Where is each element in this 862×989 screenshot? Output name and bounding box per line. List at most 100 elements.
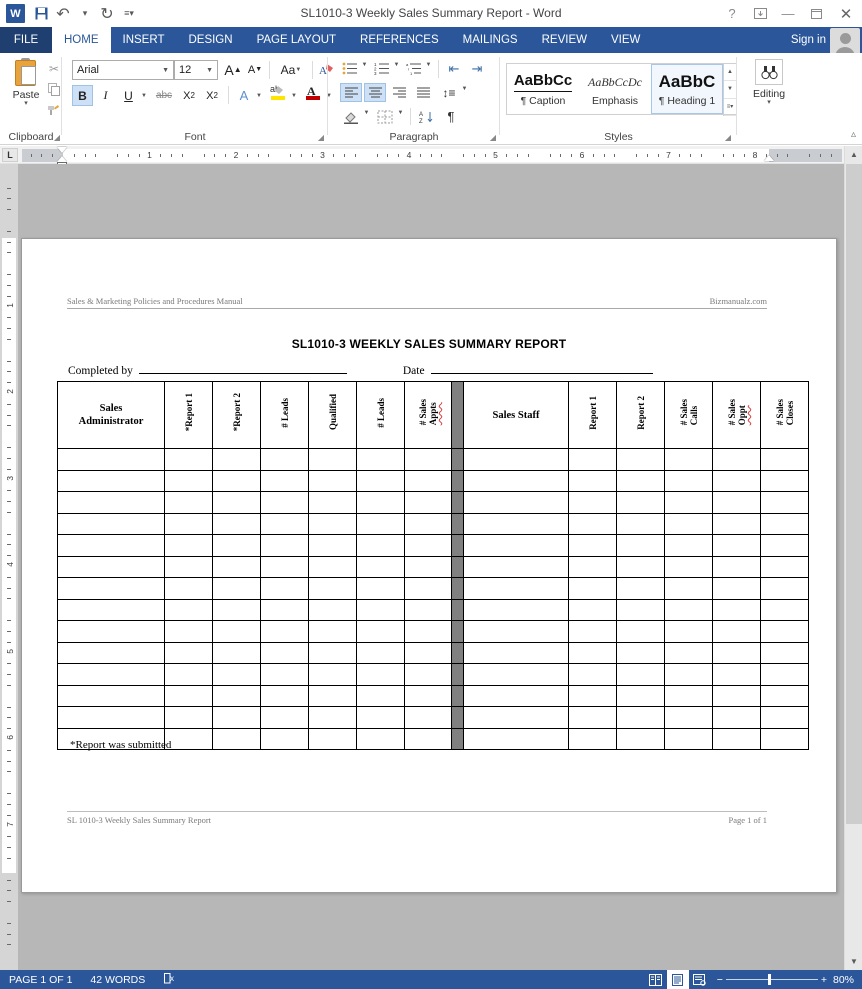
table-cell[interactable] bbox=[616, 512, 665, 535]
table-cell[interactable] bbox=[463, 663, 569, 686]
shrink-font-icon[interactable]: A ▼ bbox=[244, 59, 266, 80]
table-cell[interactable] bbox=[712, 620, 761, 643]
table-cell[interactable] bbox=[260, 663, 309, 686]
table-cell[interactable] bbox=[57, 684, 165, 707]
table-cell[interactable] bbox=[308, 684, 357, 707]
table-cell[interactable] bbox=[212, 641, 261, 664]
table-cell[interactable] bbox=[616, 641, 665, 664]
editing-button[interactable]: Editing ▾ bbox=[753, 59, 785, 106]
table-cell[interactable] bbox=[404, 684, 452, 707]
table-cell[interactable] bbox=[404, 706, 452, 729]
table-cell[interactable] bbox=[568, 641, 617, 664]
table-cell[interactable] bbox=[463, 620, 569, 643]
table-cell[interactable] bbox=[57, 448, 165, 471]
table-cell[interactable] bbox=[164, 491, 213, 514]
table-cell[interactable] bbox=[164, 555, 213, 578]
table-cell[interactable] bbox=[57, 555, 165, 578]
table-cell[interactable] bbox=[463, 534, 569, 557]
numbering-icon[interactable]: 123 bbox=[372, 59, 392, 78]
collapse-ribbon-icon[interactable]: ▵ bbox=[851, 129, 856, 140]
customize-qat-icon[interactable]: ≡▾ bbox=[118, 3, 140, 25]
table-cell[interactable] bbox=[712, 491, 761, 514]
table-cell[interactable] bbox=[404, 620, 452, 643]
table-cell[interactable] bbox=[664, 577, 713, 600]
paste-dropdown-icon[interactable]: ▾ bbox=[24, 100, 28, 107]
document-canvas[interactable]: Sales & Marketing Policies and Procedure… bbox=[18, 164, 844, 970]
table-cell[interactable] bbox=[712, 469, 761, 492]
help-icon[interactable]: ? bbox=[718, 0, 746, 27]
table-cell[interactable] bbox=[356, 577, 405, 600]
table-row[interactable] bbox=[57, 577, 809, 600]
underline-button[interactable]: U bbox=[118, 85, 139, 106]
table-cell[interactable] bbox=[260, 491, 309, 514]
table-cell[interactable] bbox=[568, 512, 617, 535]
table-row[interactable] bbox=[57, 534, 809, 557]
styles-more-icon[interactable]: ≡▾ bbox=[724, 99, 736, 116]
table-cell[interactable] bbox=[308, 555, 357, 578]
table-cell[interactable] bbox=[664, 684, 713, 707]
table-cell[interactable] bbox=[664, 534, 713, 557]
editing-chevron-down-icon[interactable]: ▾ bbox=[767, 99, 771, 106]
proofing-errors-icon[interactable]: x bbox=[154, 972, 185, 988]
table-cell[interactable] bbox=[308, 469, 357, 492]
table-row[interactable] bbox=[57, 620, 809, 643]
table-cell[interactable] bbox=[164, 684, 213, 707]
bullets-chevron-down-icon[interactable]: ▼ bbox=[359, 62, 370, 68]
ribbon-display-options-icon[interactable] bbox=[746, 0, 774, 27]
table-cell[interactable] bbox=[260, 641, 309, 664]
table-cell[interactable] bbox=[616, 555, 665, 578]
table-cell[interactable] bbox=[308, 512, 357, 535]
zoom-slider[interactable] bbox=[725, 974, 818, 986]
table-cell[interactable] bbox=[712, 663, 761, 686]
table-cell[interactable] bbox=[404, 577, 452, 600]
style-caption[interactable]: AaBbCc ¶ Caption bbox=[507, 64, 579, 114]
table-cell[interactable] bbox=[760, 555, 809, 578]
table-cell[interactable] bbox=[57, 620, 165, 643]
table-cell[interactable] bbox=[57, 598, 165, 621]
table-cell[interactable] bbox=[164, 641, 213, 664]
table-cell[interactable] bbox=[57, 512, 165, 535]
highlight-chevron-down-icon[interactable]: ▼ bbox=[288, 85, 300, 106]
date-field[interactable] bbox=[430, 362, 653, 374]
table-cell[interactable] bbox=[212, 727, 261, 750]
table-cell[interactable] bbox=[212, 448, 261, 471]
show-formatting-marks-icon[interactable]: ¶ bbox=[440, 107, 462, 126]
view-read-mode-icon[interactable] bbox=[645, 970, 667, 989]
table-cell[interactable] bbox=[308, 663, 357, 686]
table-cell[interactable] bbox=[568, 727, 617, 750]
table-cell[interactable] bbox=[463, 512, 569, 535]
table-cell[interactable] bbox=[616, 491, 665, 514]
table-cell[interactable] bbox=[356, 469, 405, 492]
table-row[interactable] bbox=[57, 598, 809, 621]
table-cell[interactable] bbox=[712, 534, 761, 557]
table-cell[interactable] bbox=[260, 512, 309, 535]
table-cell[interactable] bbox=[463, 641, 569, 664]
table-cell[interactable] bbox=[212, 577, 261, 600]
table-cell[interactable] bbox=[616, 534, 665, 557]
table-cell[interactable] bbox=[463, 684, 569, 707]
table-body[interactable] bbox=[57, 448, 809, 750]
table-cell[interactable] bbox=[308, 727, 357, 750]
table-row[interactable] bbox=[57, 641, 809, 664]
sign-in-link[interactable]: Sign in bbox=[791, 27, 826, 53]
scroll-up-icon[interactable]: ▲ bbox=[845, 146, 862, 163]
table-cell[interactable] bbox=[404, 727, 452, 750]
table-cell[interactable] bbox=[760, 641, 809, 664]
table-cell[interactable] bbox=[568, 577, 617, 600]
table-cell[interactable] bbox=[664, 641, 713, 664]
table-cell[interactable] bbox=[164, 598, 213, 621]
table-cell[interactable] bbox=[404, 448, 452, 471]
increase-indent-icon[interactable]: ⇥ bbox=[466, 59, 488, 78]
table-cell[interactable] bbox=[260, 620, 309, 643]
document-page[interactable]: Sales & Marketing Policies and Procedure… bbox=[21, 238, 837, 893]
tab-review[interactable]: REVIEW bbox=[530, 27, 599, 53]
tab-home[interactable]: HOME bbox=[52, 27, 111, 53]
borders-chevron-down-icon[interactable]: ▼ bbox=[395, 110, 406, 116]
vertical-scrollbar[interactable]: ▲ ▼ bbox=[844, 146, 862, 970]
text-effects-icon[interactable]: A bbox=[234, 85, 254, 106]
table-cell[interactable] bbox=[760, 598, 809, 621]
table-cell[interactable] bbox=[404, 534, 452, 557]
table-row[interactable] bbox=[57, 663, 809, 686]
font-size-combo[interactable]: 12 ▼ bbox=[174, 60, 218, 80]
multilevel-chevron-down-icon[interactable]: ▼ bbox=[423, 62, 434, 68]
